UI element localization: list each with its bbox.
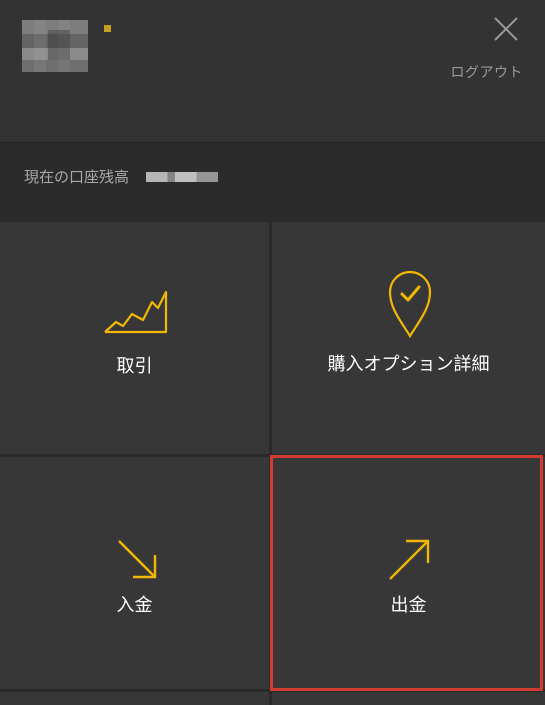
- tile-trade[interactable]: 取引: [0, 222, 269, 454]
- tile-purchase-options[interactable]: 購入オプション詳細: [272, 222, 545, 454]
- logout-link[interactable]: ログアウト: [451, 62, 524, 82]
- status-indicator: [104, 25, 111, 32]
- tile-partial-left: [0, 692, 269, 705]
- location-check-icon: [388, 270, 432, 339]
- tile-label: 出金: [390, 595, 427, 616]
- close-button[interactable]: [492, 15, 520, 43]
- account-header: ログアウト: [0, 0, 545, 142]
- arrow-down-right-icon: [118, 540, 157, 579]
- tile-partial-right: [272, 692, 545, 705]
- arrow-up-right-icon: [389, 539, 430, 580]
- tile-deposit[interactable]: 入金: [0, 457, 269, 689]
- balance-label: 現在の口座残高: [24, 168, 130, 186]
- tile-label: 取引: [116, 356, 153, 377]
- balance-value-redacted: [146, 172, 218, 182]
- balance-bar: 現在の口座残高: [0, 142, 545, 221]
- user-avatar-icon: [22, 20, 88, 72]
- close-icon: [494, 17, 518, 41]
- trade-chart-icon: [104, 290, 168, 334]
- tile-label: 購入オプション詳細: [327, 354, 490, 375]
- tile-withdraw[interactable]: 出金: [272, 457, 545, 689]
- tile-label: 入金: [116, 595, 153, 616]
